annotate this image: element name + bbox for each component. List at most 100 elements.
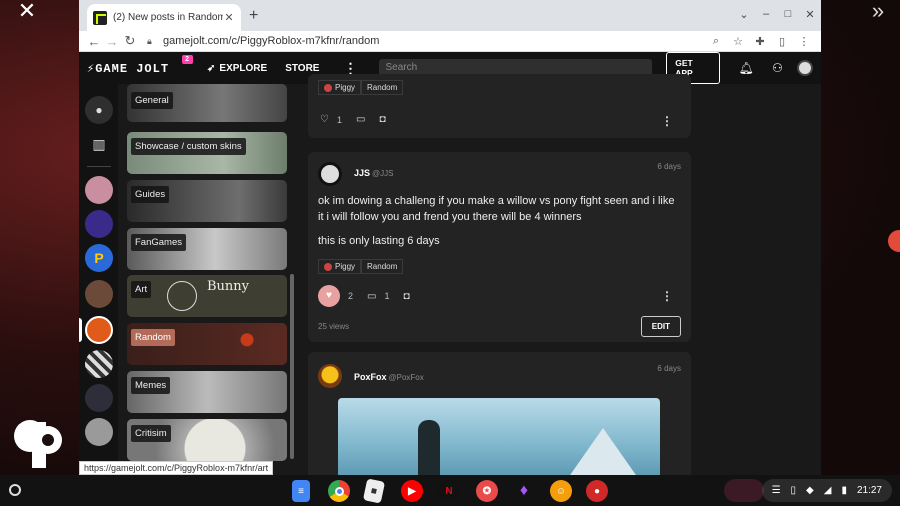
amongus-app-icon[interactable]: ● — [586, 480, 608, 502]
new-tab-icon[interactable]: + — [249, 7, 258, 25]
explore-link[interactable]: ➶ EXPLORE — [207, 63, 267, 74]
author-avatar[interactable] — [318, 364, 342, 388]
flame-app-icon[interactable]: ♦ — [513, 480, 535, 502]
like-button[interactable]: ♥ 2 — [318, 285, 353, 307]
post-menu-icon[interactable]: ⋮ — [661, 114, 673, 128]
piggy-tag-icon — [324, 83, 332, 92]
extensions-icon[interactable]: ✚ — [749, 35, 771, 48]
tag-piggy[interactable]: Piggy — [318, 259, 362, 274]
channel-label: Art — [131, 281, 152, 298]
battery-icon: ▮ — [841, 485, 847, 496]
tag-piggy[interactable]: Piggy — [318, 80, 362, 95]
post-time: 6 days — [657, 364, 681, 373]
maximize-icon[interactable]: □ — [781, 8, 795, 20]
chrome-app-icon[interactable] — [328, 480, 350, 502]
channel-art[interactable]: Art Bunny — [127, 275, 287, 317]
youtube-app-icon[interactable]: ▶ — [401, 480, 423, 502]
rail-community-avatar[interactable] — [85, 280, 113, 308]
author-display-name: PoxFox — [354, 372, 387, 382]
rail-community-avatar[interactable] — [85, 176, 113, 204]
community-rail: ● ▥ P — [79, 84, 118, 475]
browser-tab[interactable]: (2) New posts in Random - Piggy ✕ — [87, 4, 241, 31]
channel-label: FanGames — [131, 234, 186, 251]
zoom-icon[interactable]: ⌕ — [705, 35, 727, 48]
character-app-icon[interactable]: ☺ — [550, 480, 572, 502]
channel-general[interactable]: General — [127, 84, 287, 122]
docs-app-icon[interactable]: ≡ — [292, 480, 310, 502]
rail-community-avatar[interactable] — [85, 350, 113, 378]
gamejolt-logo[interactable]: ⚡GAME JOLT 2 — [87, 54, 194, 76]
rail-library-icon[interactable]: ▥ — [85, 130, 113, 158]
comment-button[interactable]: ▭ 1 — [367, 291, 389, 302]
channel-scrollbar[interactable] — [290, 274, 294, 459]
like-button[interactable]: ♡ 1 — [320, 114, 342, 125]
sticker-icon: ◘ — [403, 290, 410, 302]
bell-icon[interactable]: 🔔︎ — [730, 61, 761, 75]
double-chevron-right-icon[interactable]: » — [864, 0, 892, 24]
forward-icon[interactable]: → — [103, 34, 121, 49]
tab-close-icon[interactable]: ✕ — [223, 11, 235, 24]
channel-showcase[interactable]: Showcase / custom skins — [127, 132, 287, 174]
friends-icon[interactable]: ⚇ — [762, 61, 793, 75]
reload-icon[interactable]: ↻ — [121, 33, 139, 49]
rail-community-avatar[interactable] — [85, 418, 113, 446]
wifi-icon: ◢ — [823, 485, 832, 496]
post-paragraph: this is only lasting 6 days — [318, 235, 440, 247]
bookmark-star-icon[interactable]: ☆ — [727, 35, 749, 48]
tab-search-icon[interactable]: ⌄ — [737, 8, 751, 21]
channel-fangames[interactable]: FanGames — [127, 228, 287, 270]
minimize-icon[interactable]: – — [759, 8, 773, 20]
netflix-app-icon[interactable]: N — [438, 480, 460, 502]
channel-random[interactable]: Random — [127, 323, 287, 365]
author-name[interactable]: PoxFox @PoxFox — [354, 372, 424, 382]
game-app-icon[interactable]: ✪ — [476, 480, 498, 502]
launcher-icon[interactable] — [9, 484, 21, 496]
rail-community-avatar[interactable] — [85, 384, 113, 412]
rail-home-icon[interactable]: ● — [85, 96, 113, 124]
rail-community-avatar[interactable] — [85, 210, 113, 238]
post-image[interactable] — [338, 398, 660, 475]
comment-icon: ▭ — [355, 114, 366, 125]
clock: 21:27 — [856, 485, 882, 496]
channel-label: Random — [131, 329, 175, 346]
tag-label: Random — [367, 262, 398, 271]
notification-badge: 2 — [182, 54, 194, 64]
post-card: JJS @JJS 6 days ok im dowing a challeng i… — [308, 152, 691, 342]
channel-memes[interactable]: Memes — [127, 371, 287, 413]
author-display-name: JJS — [354, 168, 371, 178]
rail-community-avatar[interactable]: P — [85, 244, 113, 272]
author-avatar[interactable] — [318, 162, 342, 186]
heart-icon: ♡ — [320, 114, 329, 125]
sticker-button[interactable]: ◘ — [379, 114, 385, 125]
post-menu-icon[interactable]: ⋮ — [661, 289, 673, 303]
tag-random[interactable]: Random — [361, 80, 404, 95]
back-icon[interactable]: ← — [85, 34, 103, 49]
edit-button[interactable]: EDIT — [640, 316, 681, 337]
view-count: 25 views — [318, 322, 350, 331]
piggy-tag-icon — [324, 262, 332, 271]
clipboard-icon: ☰ — [771, 485, 781, 496]
window-close-icon[interactable]: ✕ — [803, 8, 817, 21]
sidebar-icon[interactable]: ▯ — [771, 35, 793, 48]
menu-icon[interactable]: ⋮ — [793, 35, 815, 48]
comment-button[interactable]: ▭ — [356, 114, 365, 125]
post-tags: Piggy Random — [318, 259, 404, 274]
right-panel — [699, 84, 821, 475]
cast-icon: ◆ — [806, 485, 814, 496]
sticker-icon: ◘ — [379, 114, 386, 125]
browser-window: (2) New posts in Random - Piggy ✕ + ⌄ – … — [79, 0, 821, 475]
author-name[interactable]: JJS @JJS — [354, 168, 393, 178]
sticker-button[interactable]: ◘ — [403, 291, 409, 302]
channel-critisim[interactable]: Critisim — [127, 419, 287, 461]
system-tray[interactable]: ☰ ▯ ◆ ◢ ▮ 21:27 — [761, 479, 892, 502]
rail-community-piggy[interactable] — [85, 316, 113, 344]
lock-icon: 🔒︎ — [147, 35, 152, 46]
user-avatar[interactable] — [797, 60, 813, 76]
channel-guides[interactable]: Guides — [127, 180, 287, 222]
address-bar[interactable]: 🔒︎ gamejolt.com/c/PiggyRoblox-m7kfnr/ran… — [147, 32, 705, 51]
store-link[interactable]: STORE — [285, 63, 319, 74]
tray-thumbnails[interactable] — [724, 479, 764, 502]
close-icon[interactable]: ✕ — [12, 0, 42, 24]
tag-random[interactable]: Random — [361, 259, 404, 274]
roblox-app-icon[interactable]: ■ — [362, 478, 386, 504]
